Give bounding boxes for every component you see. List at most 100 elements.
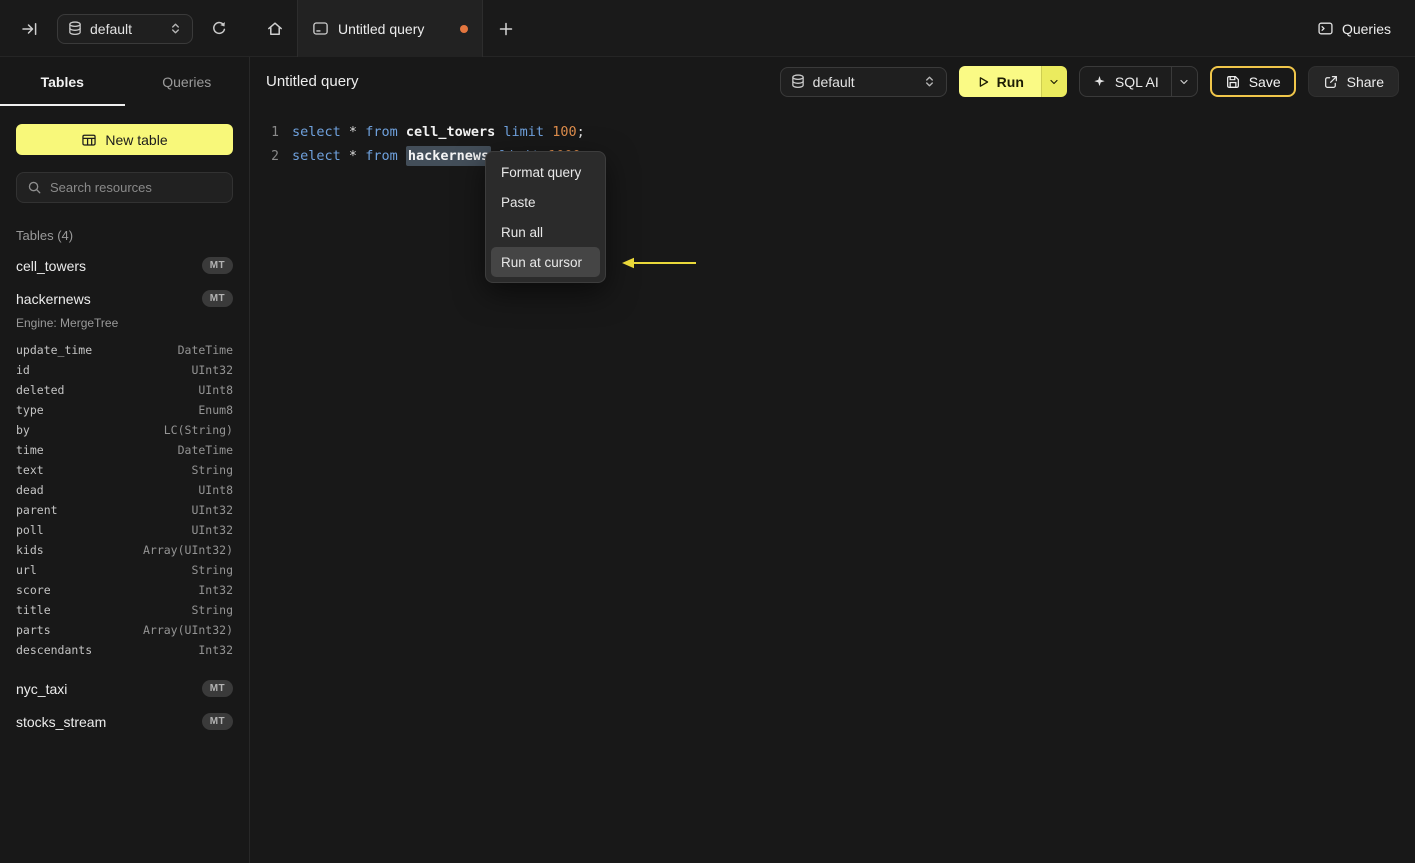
table-row[interactable]: cell_towers MT — [0, 249, 249, 282]
share-button-label: Share — [1346, 73, 1384, 90]
column-name: time — [16, 443, 44, 457]
engine-badge: MT — [201, 680, 233, 697]
table-row[interactable]: hackernews MT — [0, 282, 249, 315]
sidebar-expand-button[interactable] — [16, 15, 44, 43]
column-row[interactable]: text String — [16, 460, 233, 480]
sidebar-tab-tables[interactable]: Tables — [0, 57, 125, 106]
column-row[interactable]: poll UInt32 — [16, 520, 233, 540]
column-name: title — [16, 603, 51, 617]
context-menu-item[interactable]: Run at cursor — [491, 247, 600, 277]
sidebar-tab-tables-label: Tables — [40, 73, 84, 90]
column-row[interactable]: url String — [16, 560, 233, 580]
new-tab-button[interactable] — [492, 15, 520, 43]
context-menu: Format query Paste Run all Run at cursor — [485, 151, 606, 283]
save-icon — [1225, 74, 1241, 90]
topbar-database-selector[interactable]: default — [57, 13, 193, 44]
column-type: LC(String) — [163, 423, 233, 437]
home-button[interactable] — [261, 15, 289, 43]
column-type: DateTime — [177, 443, 233, 457]
column-row[interactable]: kids Array(UInt32) — [16, 540, 233, 560]
column-row[interactable]: type Enum8 — [16, 400, 233, 420]
table-engine-label: Engine: MergeTree — [16, 316, 119, 330]
code-token: * — [348, 148, 358, 164]
column-type: Int32 — [198, 643, 233, 657]
engine-badge: MT — [201, 713, 233, 730]
table-columns: update_time DateTime id UInt32 deleted UInt8 t… — [0, 338, 249, 672]
table-row[interactable]: stocks_stream MT — [0, 705, 249, 738]
column-row[interactable]: parent UInt32 — [16, 500, 233, 520]
sql-ai-button[interactable]: SQL AI — [1080, 67, 1171, 96]
engine-badge: MT — [201, 290, 233, 307]
code-token: ; — [576, 124, 585, 140]
table-name: cell_towers — [16, 257, 87, 274]
new-table-button[interactable]: New table — [16, 124, 233, 155]
column-name: kids — [16, 543, 44, 557]
run-button-group: Run — [958, 66, 1067, 97]
column-type: String — [191, 603, 233, 617]
search-input[interactable] — [50, 180, 222, 195]
external-link-icon — [1323, 74, 1339, 90]
share-button[interactable]: Share — [1307, 66, 1399, 97]
sql-ai-dropdown[interactable] — [1170, 67, 1197, 96]
column-row[interactable]: deleted UInt8 — [16, 380, 233, 400]
column-row[interactable]: by LC(String) — [16, 420, 233, 440]
context-menu-item[interactable]: Paste — [491, 187, 600, 217]
column-row[interactable]: title String — [16, 600, 233, 620]
query-tab[interactable]: Untitled query — [297, 0, 483, 57]
queries-panel-label: Queries — [1341, 20, 1391, 37]
column-type: Int32 — [198, 583, 233, 597]
run-options-dropdown[interactable] — [1040, 66, 1067, 97]
column-type: Array(UInt32) — [142, 543, 233, 557]
editor-header-controls: default Run SQL AI Save Share — [779, 66, 1399, 97]
sidebar-tab-queries[interactable]: Queries — [125, 57, 250, 106]
column-row[interactable]: update_time DateTime — [16, 340, 233, 360]
column-name: descendants — [16, 643, 93, 657]
column-row[interactable]: parts Array(UInt32) — [16, 620, 233, 640]
sql-ai-button-group: SQL AI — [1078, 66, 1198, 97]
chevron-down-icon — [1178, 76, 1190, 88]
code-line[interactable]: 1 select * from cell_towers limit 100; — [265, 120, 1415, 144]
run-button[interactable]: Run — [958, 66, 1041, 97]
refresh-button[interactable] — [204, 15, 232, 43]
column-name: score — [16, 583, 51, 597]
new-table-label: New table — [105, 131, 168, 148]
editor-header: Untitled query default Run SQL AI Save S… — [250, 57, 1415, 106]
column-row[interactable]: score Int32 — [16, 580, 233, 600]
unsaved-indicator-dot — [460, 24, 468, 33]
save-button-label: Save — [1248, 73, 1281, 90]
table-icon — [81, 132, 97, 148]
code-token: limit — [503, 124, 545, 140]
column-name: parent — [16, 503, 58, 517]
context-menu-item[interactable]: Format query — [491, 157, 600, 187]
queries-panel-button[interactable]: Queries — [1317, 20, 1391, 37]
code-token: * — [348, 124, 358, 140]
sql-editor[interactable]: 1 select * from cell_towers limit 100; 2 se… — [250, 106, 1415, 168]
tables-list: cell_towers MT hackernews MT Engine: MergeTr… — [0, 249, 249, 738]
column-row[interactable]: descendants Int32 — [16, 640, 233, 660]
column-name: type — [16, 403, 44, 417]
column-name: id — [16, 363, 30, 377]
column-row[interactable]: dead UInt8 — [16, 480, 233, 500]
code-token: cell_towers — [405, 124, 496, 140]
column-row[interactable]: id UInt32 — [16, 360, 233, 380]
sidebar: Tables Queries New table Tables (4) cell… — [0, 57, 250, 863]
chevron-down-icon — [1048, 76, 1060, 88]
code-text: select * from cell_towers limit 100; — [292, 124, 585, 140]
table-row[interactable]: nyc_taxi MT — [0, 672, 249, 705]
annotation-arrow — [618, 255, 698, 271]
tables-section-label: Tables (4) — [16, 228, 74, 243]
column-row[interactable]: time DateTime — [16, 440, 233, 460]
column-name: deleted — [16, 383, 65, 397]
code-line[interactable]: 2select * from hackernews limit 1000 — [265, 144, 1415, 168]
engine-badge: MT — [201, 257, 233, 274]
code-token: select — [292, 148, 341, 164]
sql-ai-icon — [1092, 74, 1107, 89]
column-type: UInt8 — [198, 383, 233, 397]
database-selector-value: default — [90, 20, 133, 37]
context-menu-item[interactable]: Run all — [491, 217, 600, 247]
editor-database-selector[interactable]: default — [779, 66, 947, 97]
save-button[interactable]: Save — [1209, 66, 1296, 97]
